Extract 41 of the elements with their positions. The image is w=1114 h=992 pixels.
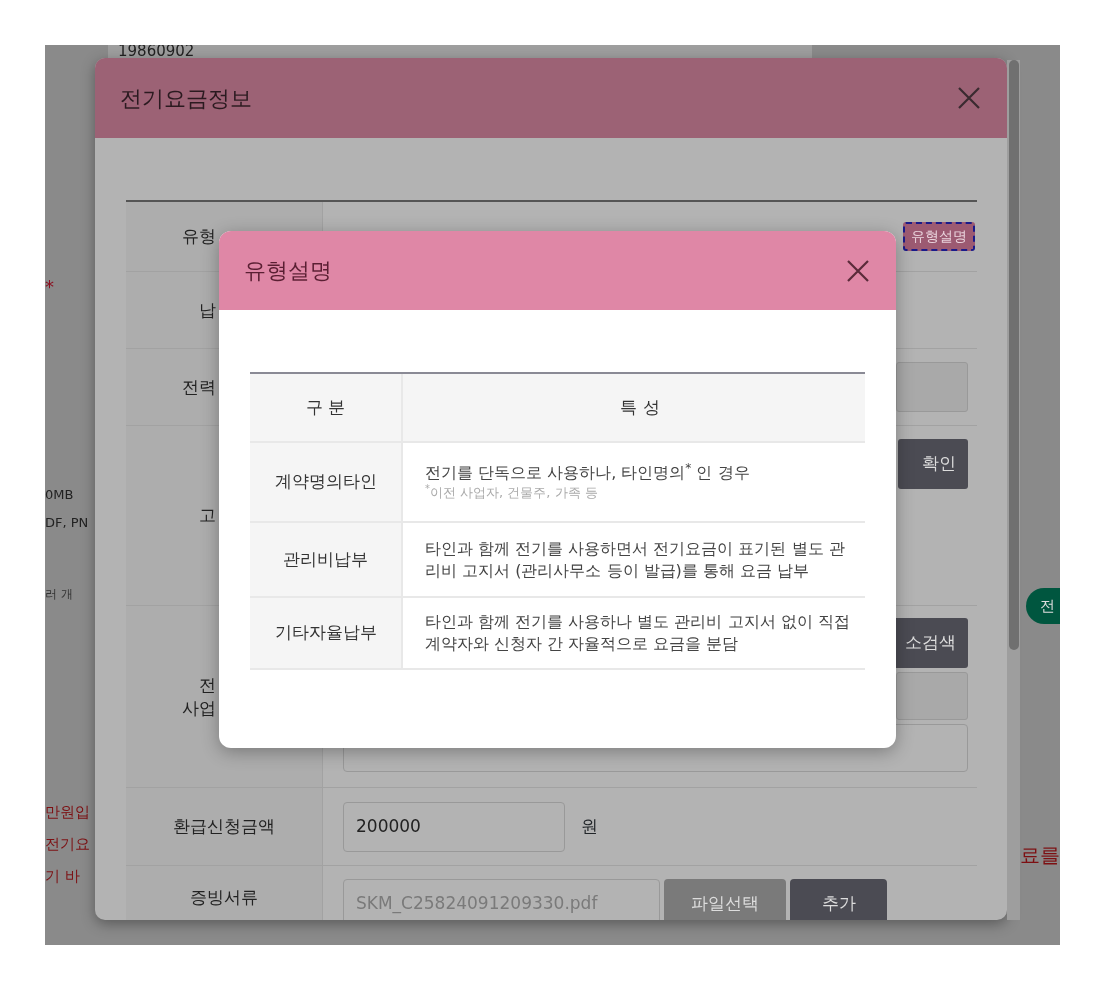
unit-label: 원 [581,814,598,838]
row-label: 유형 [182,225,216,248]
close-icon[interactable] [846,258,870,283]
footnote: $^{*}$이전 사업자, 건물주, 가족 등 [425,484,599,502]
column-header: 구 분 [250,374,403,441]
text-fragment: 만원입 [45,802,90,823]
text-fragment: 러 개 [45,586,73,603]
row-label: 전력 [182,375,216,399]
close-icon[interactable] [957,86,981,110]
text-fragment: 기 바 [45,866,80,887]
help-button[interactable]: 유형설명 [903,222,975,251]
row-label: 사업 [182,696,216,719]
table-cell: 기타자율납부 [250,598,403,668]
scrollbar-thumb[interactable] [1008,60,1019,650]
pill-button[interactable]: 전 [1026,588,1060,624]
file-select-button[interactable]: 파일선택 [664,879,786,920]
text-fragment: * [45,275,54,299]
scrollbar[interactable] [1007,60,1020,920]
table-cell: 관리비납부 [250,523,403,596]
input-field[interactable] [896,362,968,412]
table-cell-text: 타인과 함께 전기를 사용하면서 전기요금이 표기된 별도 관리비 고지서 (관리사무소 등이 발급)를 통해 요금 납부 [425,537,846,582]
row-label: 환급신청금액 [173,815,275,838]
text-field[interactable]: 19860902 [108,45,812,58]
row-label: 전 [199,674,216,697]
table-cell-text: 타인과 함께 전기를 사용하나 별도 관리비 고지서 없이 직접 계약자와 신청자 간 자율적으로 요금을 분담 [425,611,851,655]
table-cell-text: 전기를 단독으로 사용하나, 타인명의$^{*}$ 인 경우 [425,462,751,484]
text-fragment: DF, PN [45,514,89,532]
text-fragment: 전기요 [45,834,90,855]
row-label: 증빙서류 [190,886,258,909]
add-button[interactable]: 추가 [790,879,887,920]
text-fragment: 0MB [45,486,74,504]
input-field[interactable] [896,672,968,720]
modal-title: 유형설명 [244,257,332,285]
table-cell: 계약명의타인 [250,443,403,521]
row-label: 납 [199,298,216,322]
amount-field[interactable]: 200000 [343,801,565,852]
modal-title: 전기요금정보 [120,84,252,113]
text-fragment: 료를 [1020,842,1060,869]
column-header: 특 성 [403,374,865,441]
row-label: 고 [199,504,216,527]
confirm-button[interactable]: 확인 [898,439,968,489]
